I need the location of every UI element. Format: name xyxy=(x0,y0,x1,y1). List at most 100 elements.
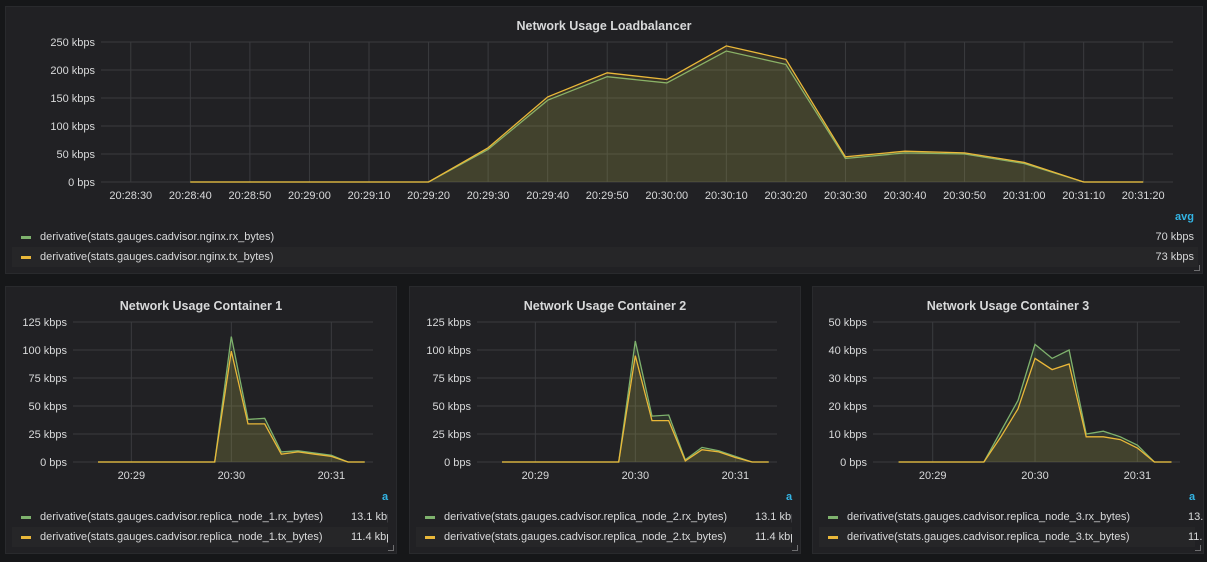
series-color-swatch[interactable] xyxy=(21,256,31,259)
panel-container-3: Network Usage Container 3 0 bps 10 kbps 20… xyxy=(812,286,1204,554)
legend-item-rx[interactable]: derivative(stats.gauges.cadvisor.replica… xyxy=(819,507,1203,527)
x-tick-label: 20:28:50 xyxy=(228,190,271,202)
chart-loadbalancer[interactable]: 0 bps 50 kbps 100 kbps 150 kbps 200 kbps 250 … xyxy=(6,7,1203,207)
y-tick-label: 10 kbps xyxy=(828,429,867,441)
legend-header[interactable]: a xyxy=(1189,491,1195,503)
y-tick-label: 0 bps xyxy=(840,457,867,469)
y-tick-label: 100 kbps xyxy=(426,345,471,357)
legend-item-tx[interactable]: derivative(stats.gauges.cadvisor.nginx.t… xyxy=(12,247,1198,267)
series-color-swatch[interactable] xyxy=(21,236,31,239)
x-tick-label: 20:29 xyxy=(919,470,947,482)
x-tick-label: 20:29:10 xyxy=(348,190,391,202)
x-tick-label: 20:30:10 xyxy=(705,190,748,202)
x-tick-label: 20:28:40 xyxy=(169,190,212,202)
x-tick-label: 20:31:20 xyxy=(1122,190,1165,202)
series-color-swatch[interactable] xyxy=(425,516,435,519)
y-tick-label: 125 kbps xyxy=(22,317,67,329)
legend-series-avg: 11.4 kbps xyxy=(755,531,792,543)
legend-series-name: derivative(stats.gauges.cadvisor.replica… xyxy=(40,511,324,523)
panel-resize-handle[interactable] xyxy=(792,545,798,551)
y-tick-label: 75 kbps xyxy=(432,373,471,385)
panel-resize-handle[interactable] xyxy=(1195,545,1201,551)
series-area-tx xyxy=(98,351,365,462)
x-tick-label: 20:30:00 xyxy=(645,190,688,202)
legend-header-avg[interactable]: avg xyxy=(1175,211,1194,223)
panel-container-2: Network Usage Container 2 0 bps 25 kbps 50… xyxy=(409,286,801,554)
legend-item-rx[interactable]: derivative(stats.gauges.cadvisor.nginx.r… xyxy=(12,227,1198,247)
y-tick-label: 50 kbps xyxy=(432,401,471,413)
x-tick-label: 20:29:00 xyxy=(288,190,331,202)
x-tick-label: 20:31 xyxy=(318,470,346,482)
y-tick-label: 30 kbps xyxy=(828,373,867,385)
x-tick-label: 20:28:30 xyxy=(109,190,152,202)
x-tick-label: 20:30 xyxy=(1021,470,1049,482)
legend-series-name: derivative(stats.gauges.cadvisor.replica… xyxy=(847,531,1130,543)
legend-series-name: derivative(stats.gauges.cadvisor.replica… xyxy=(40,531,323,543)
legend-series-name: derivative(stats.gauges.cadvisor.replica… xyxy=(444,531,727,543)
x-tick-label: 20:31:10 xyxy=(1062,190,1105,202)
x-tick-label: 20:29:20 xyxy=(407,190,450,202)
x-tick-label: 20:30 xyxy=(218,470,246,482)
y-tick-label: 50 kbps xyxy=(56,149,95,161)
panel-resize-handle[interactable] xyxy=(388,545,394,551)
legend-series-name: derivative(stats.gauges.cadvisor.replica… xyxy=(847,511,1131,523)
legend-item-rx[interactable]: derivative(stats.gauges.cadvisor.replica… xyxy=(12,507,388,527)
panel-loadbalancer: Network Usage Loadbalancer 0 bps 50 kbps 1… xyxy=(5,6,1203,274)
legend-series-avg: 13.1 kbps xyxy=(755,511,792,523)
y-tick-label: 20 kbps xyxy=(828,401,867,413)
x-tick-label: 20:30:20 xyxy=(764,190,807,202)
y-tick-label: 125 kbps xyxy=(426,317,471,329)
chart-container-3[interactable]: 0 bps 10 kbps 20 kbps 30 kbps 40 kbps 50 kbps… xyxy=(813,287,1204,487)
x-tick-label: 20:30:40 xyxy=(884,190,927,202)
x-tick-label: 20:29:30 xyxy=(467,190,510,202)
y-tick-label: 25 kbps xyxy=(432,429,471,441)
legend-item-tx[interactable]: derivative(stats.gauges.cadvisor.replica… xyxy=(12,527,388,547)
legend-header[interactable]: a xyxy=(382,491,388,503)
y-tick-label: 75 kbps xyxy=(28,373,67,385)
x-tick-label: 20:30:30 xyxy=(824,190,867,202)
x-tick-label: 20:31 xyxy=(722,470,750,482)
y-tick-label: 0 bps xyxy=(444,457,471,469)
legend-header[interactable]: a xyxy=(786,491,792,503)
y-tick-label: 40 kbps xyxy=(828,345,867,357)
series-area-tx xyxy=(898,358,1172,462)
legend-item-tx[interactable]: derivative(stats.gauges.cadvisor.replica… xyxy=(819,527,1203,547)
legend-series-avg: 70 kbps xyxy=(1155,231,1194,243)
x-tick-label: 20:29 xyxy=(522,470,550,482)
y-tick-label: 0 bps xyxy=(68,177,95,189)
y-tick-label: 0 bps xyxy=(40,457,67,469)
series-color-swatch[interactable] xyxy=(828,516,838,519)
legend-series-avg: 11.4 kbps xyxy=(351,531,388,543)
y-tick-label: 25 kbps xyxy=(28,429,67,441)
series-color-swatch[interactable] xyxy=(21,536,31,539)
x-tick-label: 20:30 xyxy=(622,470,650,482)
y-tick-label: 100 kbps xyxy=(50,121,95,133)
legend-series-name: derivative(stats.gauges.cadvisor.replica… xyxy=(444,511,728,523)
legend-series-avg: 13.1 kbps xyxy=(351,511,388,523)
legend-series-avg: 13.0 kbps xyxy=(1188,511,1204,523)
legend-item-tx[interactable]: derivative(stats.gauges.cadvisor.replica… xyxy=(416,527,792,547)
chart-container-2[interactable]: 0 bps 25 kbps 50 kbps 75 kbps 100 kbps 125 kb… xyxy=(410,287,801,487)
x-tick-label: 20:29:40 xyxy=(526,190,569,202)
panel-container-1: Network Usage Container 1 0 bps 25 kbps 50… xyxy=(5,286,397,554)
y-tick-label: 250 kbps xyxy=(50,37,95,49)
y-tick-label: 50 kbps xyxy=(28,401,67,413)
legend-series-avg: 11.3 kbps xyxy=(1188,531,1203,543)
x-tick-label: 20:29 xyxy=(118,470,146,482)
series-area-tx xyxy=(502,355,769,462)
y-tick-label: 200 kbps xyxy=(50,65,95,77)
series-color-swatch[interactable] xyxy=(828,536,838,539)
legend-item-rx[interactable]: derivative(stats.gauges.cadvisor.replica… xyxy=(416,507,792,527)
panel-resize-handle[interactable] xyxy=(1194,265,1200,271)
legend-series-avg: 73 kbps xyxy=(1155,251,1194,263)
series-color-swatch[interactable] xyxy=(21,516,31,519)
y-tick-label: 100 kbps xyxy=(22,345,67,357)
legend-series-name: derivative(stats.gauges.cadvisor.nginx.t… xyxy=(40,251,274,263)
x-tick-label: 20:31 xyxy=(1124,470,1152,482)
x-tick-label: 20:29:50 xyxy=(586,190,629,202)
chart-container-1[interactable]: 0 bps 25 kbps 50 kbps 75 kbps 100 kbps 125 kb… xyxy=(6,287,397,487)
y-tick-label: 150 kbps xyxy=(50,93,95,105)
legend-series-name: derivative(stats.gauges.cadvisor.nginx.r… xyxy=(40,231,275,243)
series-color-swatch[interactable] xyxy=(425,536,435,539)
x-tick-label: 20:30:50 xyxy=(943,190,986,202)
